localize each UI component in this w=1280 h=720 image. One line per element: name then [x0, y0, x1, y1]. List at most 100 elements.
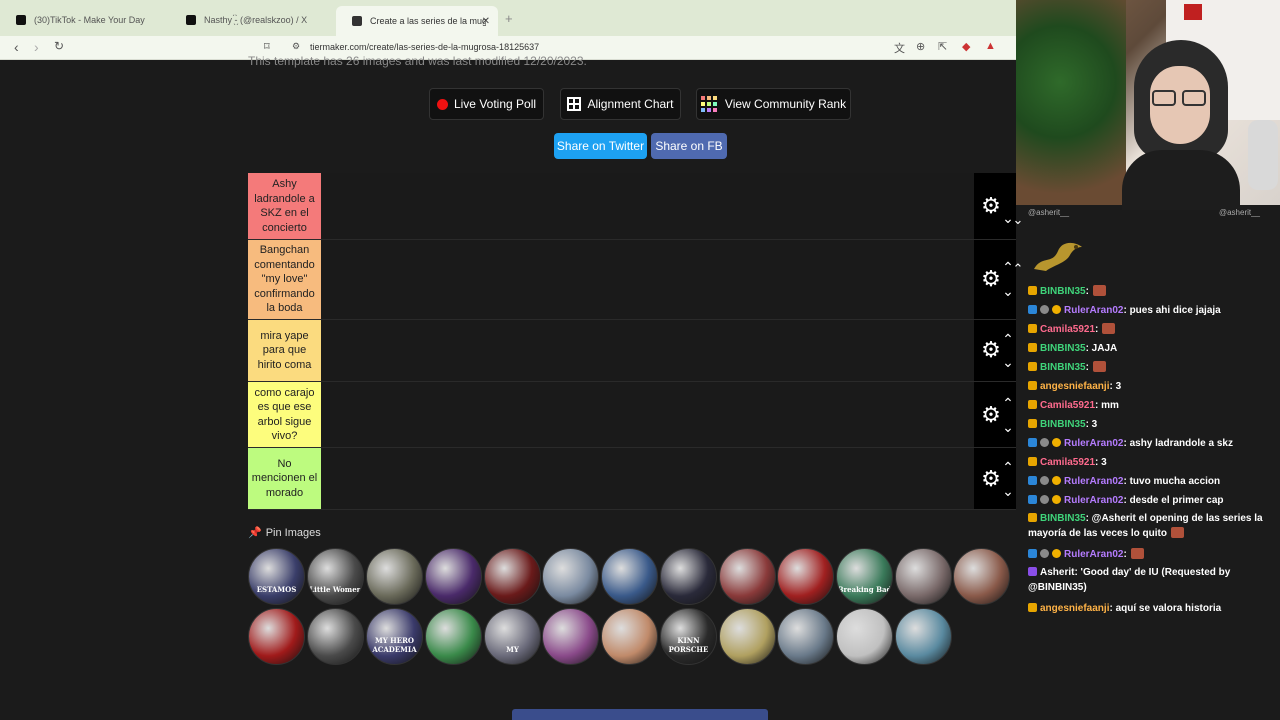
pin-images-toggle[interactable]: 📌 Pin Images [248, 526, 321, 539]
tier-image-thumb[interactable] [719, 608, 776, 665]
chat-message: BINBIN35: @Asherit el opening de las ser… [1028, 511, 1278, 541]
chat-username[interactable]: BINBIN35 [1040, 286, 1086, 297]
chat-text: : [1085, 286, 1089, 297]
chat-username[interactable]: RulerAran02 [1064, 549, 1123, 560]
chat-message: RulerAran02: pues ahi dice jajaja [1028, 302, 1278, 319]
chat-badge-icon [1052, 495, 1061, 504]
emote-icon [1092, 361, 1106, 372]
thumb-caption: MY [506, 645, 519, 654]
tier-image-thumb[interactable]: ESTAMOS [248, 548, 305, 605]
zoom-icon[interactable]: ⊕ [916, 40, 925, 53]
tier-image-thumb[interactable]: MY HERO ACADEMIA [366, 608, 423, 665]
chat-username[interactable]: Asherit [1040, 567, 1074, 578]
site-info-icon[interactable]: ⚙ [292, 41, 300, 52]
chat-username[interactable]: BINBIN35 [1040, 419, 1086, 430]
tier-image-thumb[interactable] [542, 608, 599, 665]
brave-shield-icon[interactable]: ◆ [962, 40, 970, 53]
gear-icon[interactable]: ⚙ [980, 468, 1002, 490]
live-voting-poll-button[interactable]: Live Voting Poll [429, 88, 544, 120]
view-community-rank-button[interactable]: View Community Rank [696, 88, 851, 120]
tier-image-thumb[interactable] [777, 548, 834, 605]
tier-image-thumb[interactable] [777, 608, 834, 665]
chat-text: : 3 [1085, 419, 1098, 430]
tier-label[interactable]: Bangchan comentando "my love" confirmand… [248, 240, 321, 319]
tier-drop-zone[interactable] [321, 382, 974, 447]
tier-image-thumb[interactable] [660, 548, 717, 605]
tab-tiktok[interactable]: (30)TikTok - Make Your Day [0, 8, 170, 32]
button-label: Live Voting Poll [453, 97, 537, 111]
tier-image-thumb[interactable] [719, 548, 776, 605]
chat-username[interactable]: RulerAran02 [1064, 438, 1123, 449]
share-twitter-button[interactable]: Share on Twitter [554, 133, 647, 159]
chat-username[interactable]: Camila5921 [1040, 324, 1095, 335]
chat-message: angesniefaanji: 3 [1028, 378, 1278, 395]
chat-badge-icon [1040, 549, 1049, 558]
gear-icon[interactable]: ⚙ [980, 404, 1002, 426]
tier-image-thumb[interactable] [895, 548, 952, 605]
tier-image-thumb[interactable]: Breaking Bad [836, 548, 893, 605]
gear-icon[interactable]: ⚙ [980, 195, 1002, 217]
tier-image-thumb[interactable] [836, 608, 893, 665]
tier-image-thumb[interactable] [895, 608, 952, 665]
tier-image-thumb[interactable] [484, 548, 541, 605]
emote-icon [1092, 285, 1106, 296]
chat-badge-icon [1028, 343, 1037, 352]
share-icon[interactable]: ⇱ [938, 40, 947, 53]
forward-icon[interactable]: › [34, 39, 39, 55]
chat-username[interactable]: RulerAran02 [1064, 495, 1123, 506]
chat-username[interactable]: angesniefaanji [1040, 603, 1109, 614]
tiermaker-page: This template has 26 images and was last… [0, 54, 1016, 720]
tier-image-thumb[interactable]: MY [484, 608, 541, 665]
chat-username[interactable]: RulerAran02 [1064, 305, 1123, 316]
chat-badge-icon [1028, 603, 1037, 612]
tier-image-thumb[interactable] [601, 548, 658, 605]
chat-username[interactable]: RulerAran02 [1064, 476, 1123, 487]
tier-drop-zone[interactable] [321, 320, 974, 381]
tab-tiermaker[interactable]: Create a las series de la mugrosa ✕ [336, 6, 498, 36]
chat-message: RulerAran02: tuvo mucha accion [1028, 473, 1278, 490]
tier-image-thumb[interactable] [542, 548, 599, 605]
thumb-caption: MY HERO ACADEMIA [372, 636, 417, 654]
tier-image-thumb[interactable] [601, 608, 658, 665]
translate-icon[interactable]: 文 [894, 40, 905, 56]
reload-icon[interactable]: ↻ [54, 39, 64, 53]
chat-username[interactable]: BINBIN35 [1040, 362, 1086, 373]
webcam-overlay [1016, 0, 1280, 210]
chat-text: : tuvo mucha accion [1123, 476, 1221, 487]
chat-username[interactable]: Camila5921 [1040, 400, 1095, 411]
chat-username[interactable]: BINBIN35 [1040, 343, 1086, 354]
chat-text: : ashy ladrandole a skz [1123, 438, 1233, 449]
chat-username[interactable]: BINBIN35 [1040, 513, 1086, 524]
tier-image-thumb[interactable] [425, 548, 482, 605]
tier-label[interactable]: como carajo es que ese arbol sigue vivo? [248, 382, 321, 447]
new-tab-button[interactable]: + [505, 11, 513, 26]
gear-icon[interactable]: ⚙ [980, 339, 1002, 361]
back-icon[interactable]: ‹ [14, 39, 19, 55]
bookmark-icon[interactable]: ⌑ [264, 40, 270, 53]
chat-username[interactable]: Camila5921 [1040, 457, 1095, 468]
chat-username[interactable]: angesniefaanji [1040, 381, 1109, 392]
tab-x[interactable]: Nasthy ̖́-̗̀ (@realskzoo) / X [170, 8, 336, 32]
tier-image-thumb[interactable] [366, 548, 423, 605]
chat-message: Asherit: 'Good day' de IU (Requested by … [1028, 565, 1278, 595]
tier-drop-zone[interactable] [321, 173, 974, 239]
brave-rewards-icon[interactable]: ▲ [985, 40, 996, 52]
tier-drop-zone[interactable] [321, 448, 974, 509]
share-fb-button[interactable]: Share on FB [651, 133, 727, 159]
tier-label[interactable]: mira yape para que hirito coma [248, 320, 321, 381]
tier-image-thumb[interactable] [953, 548, 1010, 605]
chat-badge-icon [1052, 476, 1061, 485]
close-tab-icon[interactable]: ✕ [482, 16, 490, 27]
save-download-button[interactable] [512, 709, 768, 720]
tier-image-thumb[interactable] [425, 608, 482, 665]
tier-label[interactable]: Ashy ladrandole a SKZ en el concierto [248, 173, 321, 239]
gear-icon[interactable]: ⚙ [980, 268, 1002, 290]
tier-image-thumb[interactable]: Little Women [307, 548, 364, 605]
alignment-chart-button[interactable]: Alignment Chart [560, 88, 681, 120]
tab-title: Create a las series de la mugrosa [370, 16, 486, 26]
tier-drop-zone[interactable] [321, 240, 974, 319]
tier-image-thumb[interactable]: KINN PORSCHE [660, 608, 717, 665]
tier-image-thumb[interactable] [307, 608, 364, 665]
tier-label[interactable]: No mencionen el morado [248, 448, 321, 509]
tier-image-thumb[interactable] [248, 608, 305, 665]
